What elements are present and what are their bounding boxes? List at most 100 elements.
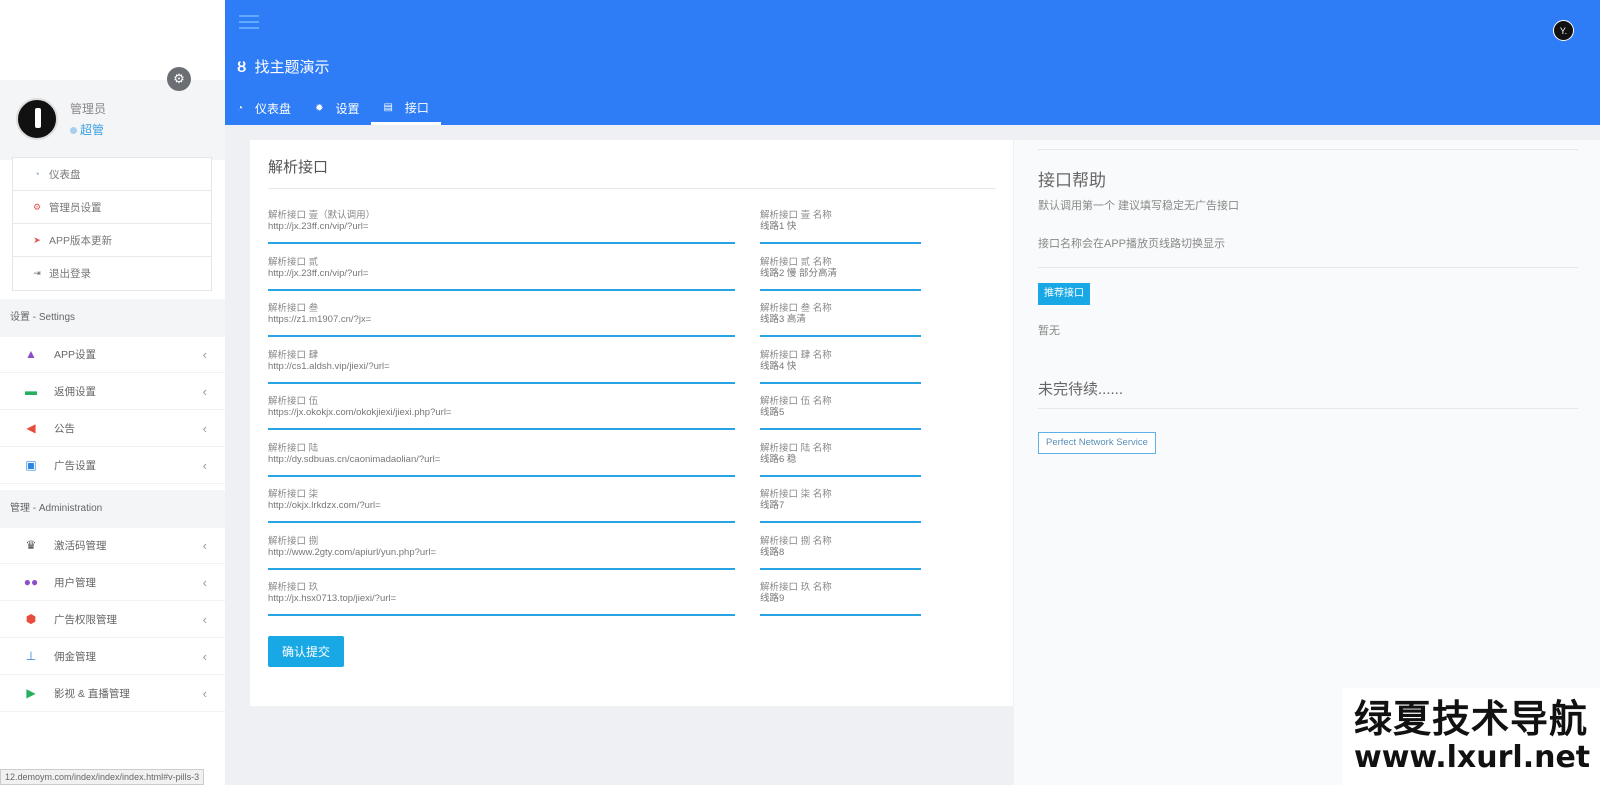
megaphone-icon: ◀: [26, 421, 36, 435]
field-value[interactable]: 线路2 慢 部分高清: [760, 268, 921, 280]
field-label: 解析接口 柒 名称: [760, 489, 832, 500]
trophy-icon: ♛: [25, 538, 37, 552]
field-value[interactable]: 线路3 高清: [760, 314, 921, 326]
api-url-field[interactable]: 解析接口 捌 http://www.2gty.com/apiurl/yun.php…: [268, 536, 735, 570]
logout-icon: ⇥: [33, 268, 41, 278]
divider: [1038, 267, 1578, 268]
chevron-left-icon: ‹: [202, 611, 207, 627]
chevron-left-icon: ‹: [202, 685, 207, 701]
api-name-field[interactable]: 解析接口 叁 名称 线路3 高清: [760, 303, 921, 337]
field-value[interactable]: http://jx.23ff.cn/vip/?url=: [268, 268, 735, 280]
field-value[interactable]: 线路8: [760, 547, 921, 559]
field-value[interactable]: http://jx.23ff.cn/vip/?url=: [268, 221, 735, 233]
chevron-left-icon: ‹: [202, 537, 207, 553]
api-name-field[interactable]: 解析接口 柒 名称 线路7: [760, 489, 921, 523]
sidebar-item-label: 用户管理: [54, 576, 96, 589]
field-label: 解析接口 肆: [268, 349, 319, 361]
shield-icon: ⬢: [25, 612, 37, 626]
field-value[interactable]: https://jx.okokjx.com/okokjiexi/jiexi.ph…: [268, 407, 735, 419]
service-badge[interactable]: Perfect Network Service: [1038, 432, 1156, 454]
field-value[interactable]: http://www.2gty.com/apiurl/yun.php?url=: [268, 547, 735, 559]
field-value[interactable]: http://dy.sdbuas.cn/caonimadaolian/?url=: [268, 454, 735, 466]
avatar[interactable]: [16, 98, 58, 140]
quick-menu-label: 管理员设置: [49, 201, 102, 214]
settings-icon: ⚙: [32, 201, 42, 212]
sidebar-item-ad-settings[interactable]: ▣ 广告设置 ‹: [0, 447, 225, 484]
field-label: 解析接口 捌 名称: [760, 535, 832, 547]
api-url-field[interactable]: 解析接口 玖 http://jx.hsx0713.top/jiexi/?url=: [268, 582, 735, 616]
sidebar-item-user-management[interactable]: ●● 用户管理 ‹: [0, 564, 225, 601]
tab-settings[interactable]: ✹ 设置: [303, 92, 371, 125]
tab-dashboard[interactable]: ◔ 仪表盘: [225, 92, 303, 125]
field-label: 解析接口 陆 名称: [760, 442, 832, 454]
quick-menu-admin-settings[interactable]: ⚙ 管理员设置: [13, 191, 211, 224]
sidebar-item-video-live[interactable]: ▶ 影视 & 直播管理 ‹: [0, 675, 225, 712]
sidebar-item-announcement[interactable]: ◀ 公告 ‹: [0, 410, 225, 447]
quick-menu-dashboard[interactable]: ◔ 仪表盘: [13, 158, 211, 191]
api-url-field[interactable]: 解析接口 陆 http://dy.sdbuas.cn/caonimadaolian…: [268, 443, 735, 477]
api-url-field[interactable]: 解析接口 叁 https://z1.m1907.cn/?jx=: [268, 303, 735, 337]
sidebar-item-commission[interactable]: ⊥ 佣金管理 ‹: [0, 638, 225, 675]
sidebar-item-rebate-settings[interactable]: ▬ 返佣设置 ‹: [0, 373, 225, 410]
quick-menu-logout[interactable]: ⇥ 退出登录: [13, 257, 211, 290]
watermark-url: www.lxurl.net: [1354, 740, 1591, 775]
dashboard-icon: ◔: [34, 169, 40, 179]
field-label: 解析接口 壹（默认调用）: [268, 210, 376, 221]
field-value[interactable]: 线路5: [760, 407, 921, 419]
tab-api[interactable]: ▤ 接口: [371, 92, 441, 125]
sidebar-item-ad-permissions[interactable]: ⬢ 广告权限管理 ‹: [0, 601, 225, 638]
field-value[interactable]: http://okjx.lrkdzx.com/?url=: [268, 500, 735, 512]
card-title: 解析接口: [268, 159, 329, 176]
field-value[interactable]: 线路1 快: [760, 221, 921, 233]
api-icon: ▤: [383, 101, 393, 113]
chevron-left-icon: ‹: [202, 383, 207, 399]
field-value[interactable]: 线路6 稳: [760, 454, 921, 466]
field-label: 解析接口 叁 名称: [760, 303, 832, 314]
field-value[interactable]: 线路7: [760, 500, 921, 512]
field-value[interactable]: https://z1.m1907.cn/?jx=: [268, 314, 735, 326]
field-label: 解析接口 玖 名称: [760, 582, 832, 593]
dashboard-icon: ◔: [237, 103, 244, 114]
field-value[interactable]: 线路9: [760, 593, 921, 605]
quick-menu-app-update[interactable]: ➤ APP版本更新: [13, 224, 211, 257]
api-name-field[interactable]: 解析接口 陆 名称 线路6 稳: [760, 443, 921, 477]
api-name-field[interactable]: 解析接口 贰 名称 线路2 慢 部分高清: [760, 257, 921, 291]
logo-icon: ȣ: [237, 59, 247, 76]
sidebar-item-label: APP设置: [54, 348, 97, 361]
field-value[interactable]: 线路4 快: [760, 361, 921, 373]
chevron-left-icon: ‹: [202, 648, 207, 664]
api-name-field[interactable]: 解析接口 伍 名称 线路5: [760, 396, 921, 430]
sidebar: 管理员 超管 ⚙ ◔ 仪表盘 ⚙ 管理员设置 ➤ APP版本更新 ⇥ 退出登录 设置 -…: [0, 0, 225, 785]
section-title-settings: 设置 - Settings: [0, 299, 225, 337]
api-url-field[interactable]: 解析接口 贰 http://jx.23ff.cn/vip/?url=: [268, 257, 735, 291]
api-name-field[interactable]: 解析接口 壹 名称 线路1 快: [760, 210, 921, 244]
tab-label: 接口: [404, 100, 429, 115]
cogs-icon: ⚙: [173, 71, 185, 86]
users-icon: ●●: [23, 575, 39, 589]
user-role-label: 超管: [80, 123, 105, 137]
user-name: 管理员: [70, 102, 107, 116]
menu-toggle-icon[interactable]: [239, 15, 259, 33]
api-name-field[interactable]: 解析接口 肆 名称 线路4 快: [760, 350, 921, 384]
top-header: ȣ 找主题演示 Y. ◔ 仪表盘 ✹ 设置 ▤ 接口: [225, 0, 1600, 125]
field-label: 解析接口 叁: [268, 303, 319, 314]
api-url-field[interactable]: 解析接口 肆 http://cs1.aldsh.vip/jiexi/?url=: [268, 350, 735, 384]
sidebar-item-app-settings[interactable]: ▲ APP设置 ‹: [0, 336, 225, 373]
field-value[interactable]: http://cs1.aldsh.vip/jiexi/?url=: [268, 361, 735, 373]
sidebar-item-activation-codes[interactable]: ♛ 激活码管理 ‹: [0, 527, 225, 564]
api-name-field[interactable]: 解析接口 捌 名称 线路8: [760, 536, 921, 570]
status-dot-icon: [70, 127, 77, 134]
field-value[interactable]: http://jx.hsx0713.top/jiexi/?url=: [268, 593, 735, 605]
api-url-field[interactable]: 解析接口 壹（默认调用） http://jx.23ff.cn/vip/?url=: [268, 210, 735, 244]
submit-button[interactable]: 确认提交: [268, 636, 344, 667]
tab-label: 仪表盘: [255, 102, 292, 116]
api-url-field[interactable]: 解析接口 伍 https://jx.okokjx.com/okokjiexi/ji…: [268, 396, 735, 430]
help-text-2: 接口名称会在APP播放页线路切换显示: [1038, 238, 1226, 250]
api-name-field[interactable]: 解析接口 玖 名称 线路9: [760, 582, 921, 616]
api-url-field[interactable]: 解析接口 柒 http://okjx.lrkdzx.com/?url=: [268, 489, 735, 523]
recommend-api-button[interactable]: 推荐接口: [1038, 283, 1090, 305]
android-icon: ▲: [25, 347, 37, 361]
header-avatar[interactable]: Y.: [1553, 20, 1574, 41]
to-be-continued: 未完待续......: [1038, 381, 1124, 398]
settings-toggle-button[interactable]: ⚙: [167, 67, 191, 91]
